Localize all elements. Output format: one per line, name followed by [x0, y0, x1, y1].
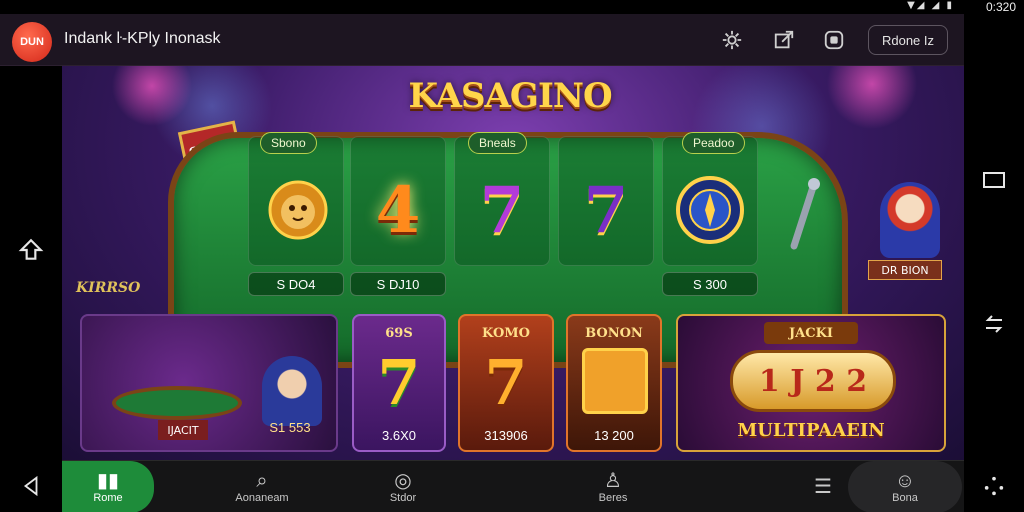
- system-bottom-left: [0, 460, 62, 512]
- nav-beres[interactable]: ♙ Beres: [578, 461, 648, 512]
- clown-tag: DR BION: [868, 260, 942, 280]
- tile-symbol-3: 7: [484, 346, 528, 419]
- tile-title-4: BONON: [585, 325, 643, 341]
- character-icon: [262, 356, 322, 426]
- nav-label-bona: Bona: [892, 492, 918, 504]
- app-header: DUN Indank ŀ-KPly Inonask Rdone Iz: [0, 14, 964, 66]
- tile-bonon[interactable]: BONON 13 200: [566, 314, 662, 452]
- tile-symbol-2: 7: [377, 346, 421, 419]
- bottom-nav: ▮▮ Rome ⌕ Aonaneam ◎ Stdor ♙ Beres ☰ ☺ B…: [62, 460, 964, 512]
- nav-label-stdor: Stdor: [389, 492, 417, 504]
- record-icon[interactable]: [820, 26, 848, 54]
- settings-gear-icon[interactable]: [718, 26, 746, 54]
- slot-price-1: S DO4: [248, 272, 344, 296]
- side-tag: KIRRSO: [76, 280, 141, 296]
- screen: ▼◢ ◢ ▮ 0:320 DUN Indank ŀ-KPly Inonask R…: [0, 0, 1024, 512]
- tile-label-5: MULTIPAAEIN: [737, 420, 885, 441]
- system-bottom-right: [964, 460, 1024, 512]
- share-icon[interactable]: [770, 26, 798, 54]
- recents-square-icon[interactable]: [974, 160, 1014, 200]
- back-triangle-icon[interactable]: [11, 466, 51, 506]
- home-up-arrow-icon[interactable]: [11, 230, 51, 270]
- lion-icon: [258, 174, 338, 246]
- tile-label-1: S1 553: [269, 420, 311, 435]
- nav-home[interactable]: ▮▮ Rome: [62, 461, 154, 512]
- face-icon: [582, 348, 648, 414]
- slot-price-5: S 300: [662, 272, 758, 296]
- slot-symbol-4: 7: [583, 172, 629, 248]
- slot-reel-icon: 1 J 2 2: [730, 350, 896, 412]
- slot-header-5: Peadoo: [682, 132, 746, 154]
- more-dots-icon[interactable]: [974, 466, 1014, 506]
- status-bar: ▼◢ ◢ ▮ 0:320: [0, 0, 1024, 14]
- search-icon: ⌕: [256, 470, 268, 492]
- clown-mascot-icon: [880, 182, 940, 258]
- tile-title-5: JACKI: [764, 322, 858, 344]
- status-time: 0:320: [985, 0, 1016, 14]
- system-left-bar: [0, 66, 62, 460]
- slot-header-3: Bneals: [468, 132, 527, 154]
- tile-title-3: KOMO: [482, 325, 530, 341]
- tile-label-3: 313906: [484, 428, 528, 443]
- tile-label-2: 3.6X0: [382, 428, 416, 443]
- header-action-button[interactable]: Rdone Iz: [868, 25, 948, 55]
- slot-header-1: Sbono: [260, 132, 317, 154]
- slot-price-2: S DJ10: [350, 272, 446, 296]
- tile-69s[interactable]: 69S 7 3.6X0: [352, 314, 446, 452]
- app-logo[interactable]: DUN: [12, 22, 52, 62]
- nav-bona[interactable]: ☺ Bona: [848, 461, 962, 512]
- brand-logo: KASAGINO: [408, 76, 612, 116]
- nav-stdor[interactable]: ◎ Stdor: [368, 461, 438, 512]
- person-icon: ♙: [604, 470, 622, 492]
- slot-symbol-2: 4: [375, 172, 421, 248]
- tile-casino-table[interactable]: IJACIT S1 553: [80, 314, 338, 452]
- rotate-icon[interactable]: [974, 304, 1014, 344]
- roulette-table-icon: [112, 386, 242, 420]
- tile-label-4: 13 200: [594, 428, 634, 443]
- nav-label-home: Rome: [93, 492, 123, 504]
- tile-komo[interactable]: KOMO 7 313906: [458, 314, 554, 452]
- game-lobby: KASAGINO S110 KIRRSO Sbono Bneals Peadoo…: [62, 66, 964, 460]
- nav-label-search: Aonaneam: [235, 492, 289, 504]
- list-icon: ☰: [814, 476, 832, 498]
- person-circle-icon: ☺: [894, 470, 916, 492]
- tile-title-2: 69S: [385, 325, 413, 341]
- tile-sign: IJACIT: [158, 420, 208, 440]
- status-icons: ▼◢ ◢ ▮: [907, 0, 954, 11]
- lever-icon[interactable]: [784, 176, 824, 256]
- compass-wheel-icon: [670, 174, 750, 246]
- nav-list[interactable]: ☰: [798, 461, 848, 512]
- nav-label-beres: Beres: [598, 492, 628, 504]
- nav-search[interactable]: ⌕ Aonaneam: [222, 461, 302, 512]
- location-pin-icon: ◎: [394, 470, 412, 492]
- slot-symbol-3: 7: [479, 172, 525, 248]
- app-title: Indank ŀ-KPly Inonask: [64, 30, 221, 47]
- system-right-bar: [964, 14, 1024, 460]
- tile-multipaaein[interactable]: JACKI 1 J 2 2 MULTIPAAEIN: [676, 314, 946, 452]
- home-icon: ▮▮: [96, 470, 119, 492]
